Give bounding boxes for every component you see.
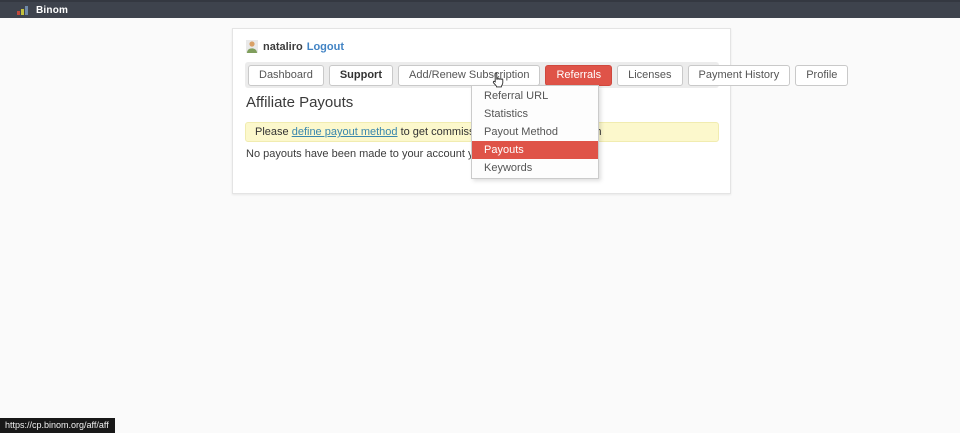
link-preview-statusbar: https://cp.binom.org/aff/aff bbox=[0, 418, 115, 433]
tab-support[interactable]: Support bbox=[329, 65, 393, 86]
person-icon bbox=[246, 40, 258, 53]
menu-item-payouts[interactable]: Payouts bbox=[472, 141, 598, 159]
page-title: Affiliate Payouts bbox=[246, 94, 353, 111]
tab-licenses[interactable]: Licenses bbox=[617, 65, 682, 86]
brand-label: Binom bbox=[36, 5, 68, 16]
referrals-dropdown: Referral URLStatisticsPayout MethodPayou… bbox=[471, 85, 599, 179]
empty-payouts-message: No payouts have been made to your accoun… bbox=[246, 148, 483, 160]
tab-dashboard[interactable]: Dashboard bbox=[248, 65, 324, 86]
topbar: Binom bbox=[0, 0, 960, 18]
bar-chart-icon bbox=[17, 5, 29, 15]
alert-text-before: Please bbox=[255, 126, 292, 138]
logout-link[interactable]: Logout bbox=[307, 41, 344, 53]
tab-profile[interactable]: Profile bbox=[795, 65, 848, 86]
cursor-pointer-icon bbox=[490, 72, 505, 94]
menu-item-statistics[interactable]: Statistics bbox=[472, 105, 598, 123]
username-label: nataliro bbox=[263, 41, 303, 53]
main-card: nataliro Logout DashboardSupportAdd/Rene… bbox=[232, 28, 731, 194]
menu-item-keywords[interactable]: Keywords bbox=[472, 159, 598, 177]
tab-referrals[interactable]: Referrals bbox=[545, 65, 612, 86]
define-payout-method-link[interactable]: define payout method bbox=[292, 126, 398, 138]
account-row: nataliro Logout bbox=[246, 40, 344, 53]
tab-add-renew-subscription[interactable]: Add/Renew Subscription bbox=[398, 65, 540, 86]
menu-item-payout-method[interactable]: Payout Method bbox=[472, 123, 598, 141]
tab-payment-history[interactable]: Payment History bbox=[688, 65, 791, 86]
